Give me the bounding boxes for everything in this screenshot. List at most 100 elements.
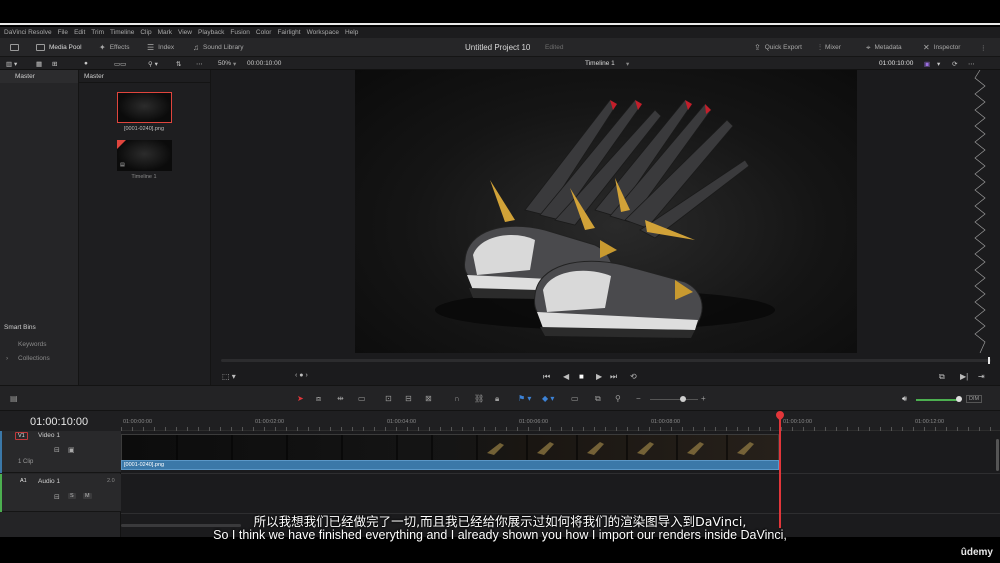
sound-library-button[interactable]: ♫ Sound Library bbox=[193, 38, 243, 57]
scrubber-playhead[interactable] bbox=[988, 357, 990, 364]
video-track-id[interactable]: V1 bbox=[15, 432, 28, 440]
menu-clip[interactable]: Clip bbox=[140, 29, 151, 36]
detail-zoom-icon[interactable]: ⧉ bbox=[595, 394, 601, 404]
smart-bin-collections[interactable]: Collections bbox=[18, 355, 50, 362]
match-frame-icon[interactable]: ⧉ bbox=[939, 372, 945, 382]
menu-timeline[interactable]: Timeline bbox=[110, 29, 134, 36]
metadata-button[interactable]: ⌖ Metadata bbox=[866, 38, 902, 57]
custom-zoom-icon[interactable]: ⚲ bbox=[615, 394, 621, 403]
refresh-icon[interactable]: ⟳ bbox=[952, 57, 957, 70]
layout-icon[interactable]: ▥ ▾ bbox=[6, 57, 17, 70]
loop-icon[interactable]: ⟲ bbox=[630, 372, 637, 381]
volume-handle[interactable] bbox=[956, 396, 962, 402]
blade-tool-icon[interactable]: ▭ bbox=[358, 394, 366, 403]
marker-icon[interactable]: ◆ ▾ bbox=[542, 394, 554, 403]
dynamic-trim-icon[interactable]: ⇹ bbox=[337, 394, 344, 403]
full-extent-zoom-icon[interactable]: ▭ bbox=[571, 394, 579, 403]
color-flag-icon[interactable]: ▣ bbox=[924, 57, 930, 70]
zoom-chevron-icon[interactable]: ▾ bbox=[233, 57, 236, 70]
quick-export-button[interactable]: ⇪ Quick Export bbox=[754, 38, 802, 57]
auto-select-icon[interactable]: ▣ bbox=[68, 446, 75, 454]
viewer-scrubber[interactable] bbox=[221, 359, 991, 362]
menu-fusion[interactable]: Fusion bbox=[230, 29, 250, 36]
overwrite-clip-icon[interactable]: ⊟ bbox=[405, 394, 412, 403]
position-lock-icon[interactable]: 🔒︎ bbox=[495, 394, 499, 404]
timeline-name[interactable]: Timeline 1 bbox=[585, 57, 615, 70]
bin-master[interactable]: Master bbox=[0, 70, 78, 83]
timeline-ruler[interactable]: 01:00:00:00 01:00:02:00 01:00:04:00 01:0… bbox=[121, 411, 1000, 431]
next-edit-icon[interactable]: ▶| bbox=[960, 372, 968, 381]
index-button[interactable]: ☰ Index bbox=[147, 38, 174, 57]
menu-file[interactable]: File bbox=[58, 29, 68, 36]
timeline-view-options-icon[interactable]: ▤ bbox=[10, 394, 18, 403]
view-mode-icon[interactable]: ▭▭ bbox=[114, 57, 126, 70]
lock-track-icon[interactable]: ⊟ bbox=[54, 446, 60, 454]
menu-edit[interactable]: Edit bbox=[74, 29, 85, 36]
clip-thumbnail-png[interactable] bbox=[117, 92, 172, 123]
pool-more-icon[interactable]: ⋯ bbox=[196, 57, 203, 70]
menu-davinci[interactable]: DaVinci Resolve bbox=[4, 29, 52, 36]
fullscreen-icon[interactable]: ⇥ bbox=[978, 372, 985, 381]
audio-lock-icon[interactable]: ⊟ bbox=[54, 493, 60, 501]
media-pool-button[interactable]: Media Pool bbox=[36, 38, 82, 57]
trim-tool-icon[interactable]: ⧈ bbox=[316, 394, 321, 404]
volume-icon[interactable]: 🔊︎ bbox=[902, 394, 907, 404]
menu-help[interactable]: Help bbox=[345, 29, 358, 36]
viewer-mode-icon[interactable]: ⬚ ▾ bbox=[222, 372, 236, 381]
video-track-header[interactable]: V1 Video 1 ⊟ ▣ 1 Clip bbox=[0, 431, 121, 473]
zoom-out-icon[interactable]: − bbox=[636, 394, 641, 403]
zoom-select[interactable]: 50% bbox=[218, 57, 231, 70]
list-view-icon[interactable]: ▦ bbox=[36, 57, 42, 70]
inspector-button[interactable]: ✕ Inspector bbox=[923, 38, 960, 57]
replace-clip-icon[interactable]: ⊠ bbox=[425, 394, 432, 403]
flag-icon[interactable]: ⚑ ▾ bbox=[518, 394, 531, 403]
more-options-button[interactable]: ⋮ bbox=[980, 38, 987, 57]
thumb-size-slider[interactable]: ● bbox=[84, 57, 88, 70]
smart-bin-keywords[interactable]: Keywords bbox=[18, 341, 47, 348]
volume-slider[interactable] bbox=[916, 399, 960, 401]
linked-selection-icon[interactable]: ⛓ bbox=[474, 394, 484, 403]
menu-workspace[interactable]: Workspace bbox=[307, 29, 339, 36]
zoom-in-icon[interactable]: + bbox=[701, 394, 706, 403]
grid-view-icon[interactable]: ⊞ bbox=[52, 57, 57, 70]
menu-view[interactable]: View bbox=[178, 29, 192, 36]
play-reverse-icon[interactable]: ◀ bbox=[563, 372, 569, 381]
stop-icon[interactable]: ■ bbox=[579, 372, 584, 381]
zoom-slider[interactable] bbox=[650, 399, 698, 400]
menu-trim[interactable]: Trim bbox=[91, 29, 104, 36]
zoom-slider-handle[interactable] bbox=[680, 396, 686, 402]
solo-button[interactable]: S bbox=[68, 493, 76, 499]
go-to-end-icon[interactable]: ⏭ bbox=[610, 372, 617, 382]
video-clip-filmstrip[interactable] bbox=[121, 434, 779, 463]
viewer-options-chevron[interactable]: ▾ bbox=[937, 57, 940, 70]
viewer-more-icon[interactable]: ⋯ bbox=[968, 57, 975, 70]
sound-library-label: Sound Library bbox=[203, 44, 244, 51]
vertical-scrollbar[interactable] bbox=[996, 439, 999, 471]
clip-nav-icon[interactable]: ‹ ● › bbox=[295, 372, 308, 379]
collections-chevron-icon[interactable]: › bbox=[6, 355, 8, 362]
menu-fairlight[interactable]: Fairlight bbox=[277, 29, 300, 36]
ruler-tick-8: 01:00:08:00 bbox=[651, 419, 681, 425]
dim-button[interactable]: DIM bbox=[966, 395, 983, 403]
mixer-button[interactable]: ⫶ Mixer bbox=[819, 38, 841, 57]
go-to-start-icon[interactable]: ⏮ bbox=[543, 372, 550, 382]
panel-toggle-button[interactable] bbox=[10, 38, 19, 57]
audio-track-id[interactable]: A1 bbox=[18, 478, 29, 484]
sort-icon[interactable]: ⇅ bbox=[176, 57, 181, 70]
mute-button[interactable]: M bbox=[83, 493, 92, 499]
play-icon[interactable]: ▶ bbox=[596, 372, 602, 381]
menu-mark[interactable]: Mark bbox=[158, 29, 172, 36]
effects-button[interactable]: ✦ Effects bbox=[99, 38, 129, 57]
insert-clip-icon[interactable]: ⊡ bbox=[385, 394, 392, 403]
video-clip-bar[interactable]: [0001-0240].png bbox=[121, 460, 779, 470]
timeline-thumbnail[interactable]: ▤ bbox=[117, 140, 172, 171]
audio-track-header[interactable]: A1 Audio 1 2.0 ⊟ S M bbox=[0, 474, 121, 512]
menu-playback[interactable]: Playback bbox=[198, 29, 224, 36]
menu-color[interactable]: Color bbox=[256, 29, 272, 36]
timeline-chevron-icon[interactable]: ▾ bbox=[626, 57, 629, 70]
viewer-frame[interactable] bbox=[355, 70, 857, 353]
snapping-icon[interactable]: ∩ bbox=[454, 394, 460, 403]
inspector-label: Inspector bbox=[933, 44, 961, 51]
search-icon[interactable]: ⚲ ▾ bbox=[148, 57, 158, 70]
selection-tool-icon[interactable]: ➤ bbox=[297, 394, 304, 403]
